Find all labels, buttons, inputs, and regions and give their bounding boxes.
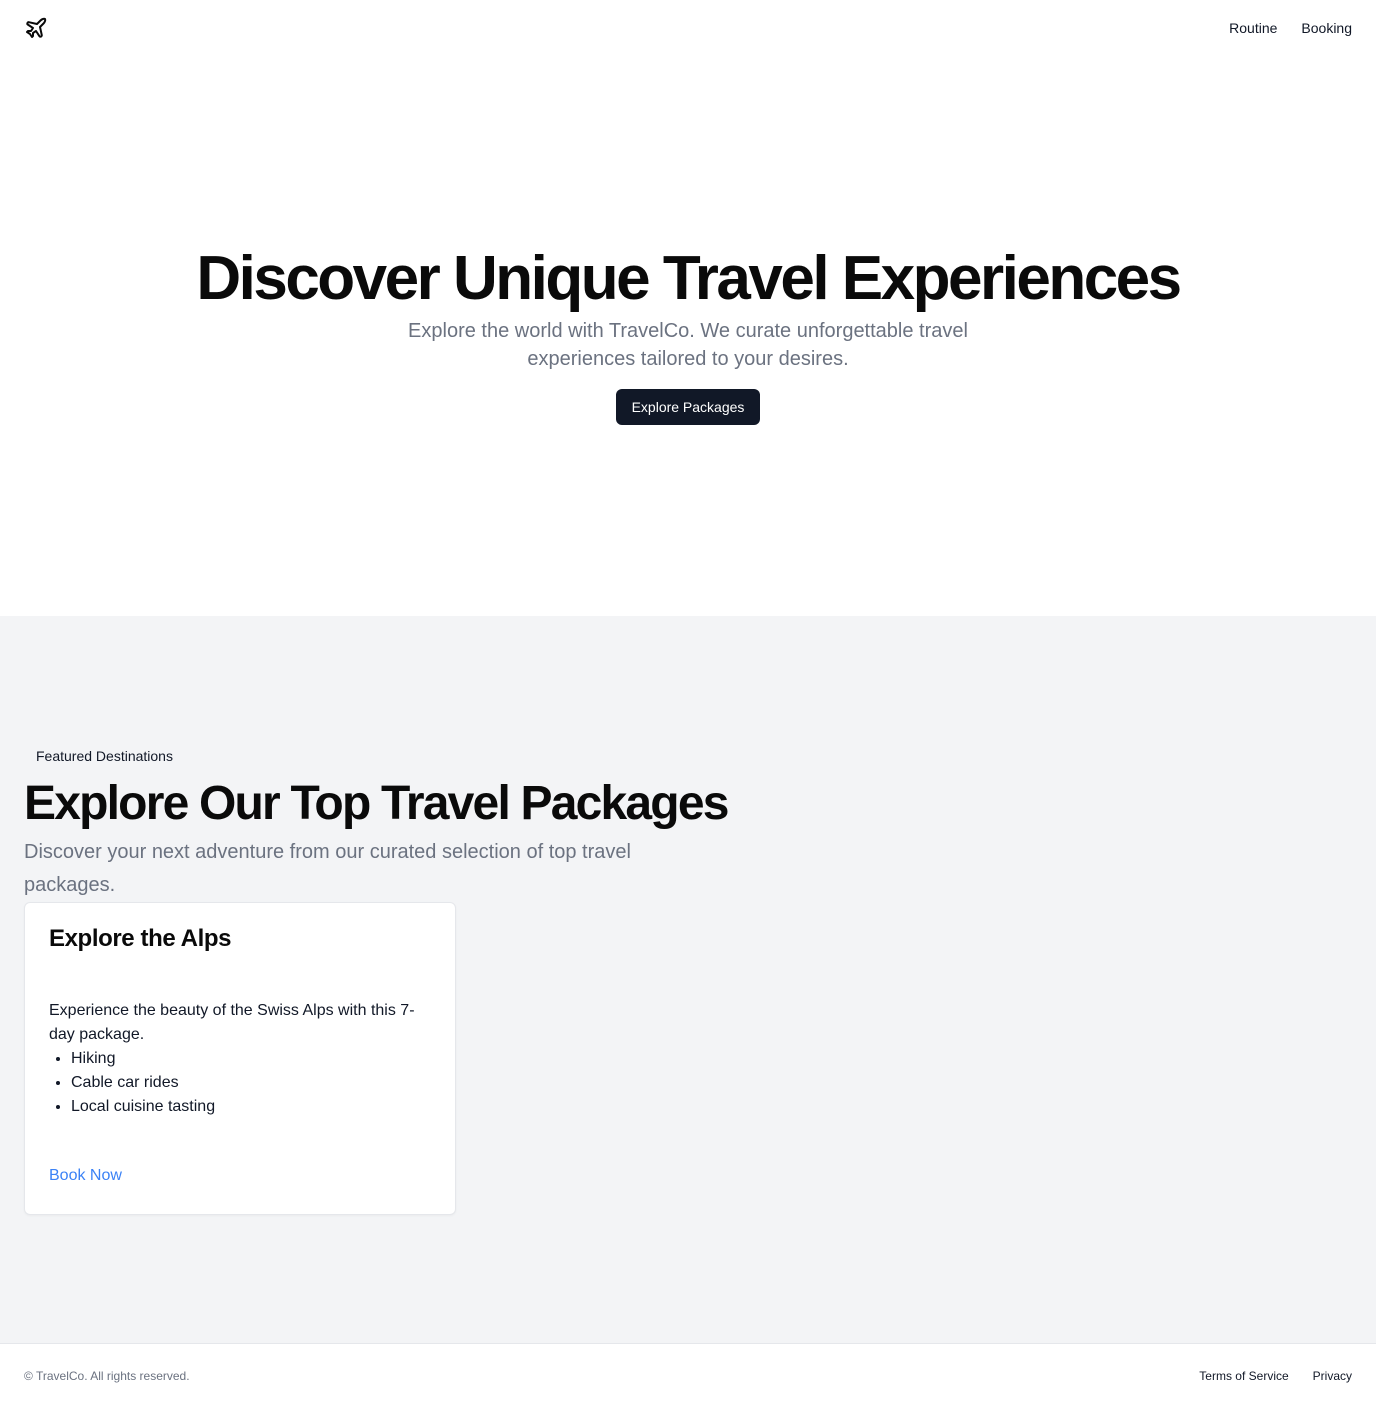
card-title: Explore the Alps (49, 925, 232, 952)
footer-nav: Terms of Service Privacy (1199, 1369, 1352, 1383)
top-nav: Routine Booking (1229, 20, 1352, 36)
nav-link-routine[interactable]: Routine (1229, 20, 1277, 36)
card-feature-list: Hiking Cable car rides Local cuisine tas… (49, 1047, 431, 1119)
section-badge: Featured Destinations (36, 748, 173, 764)
copyright-text: © TravelCo. All rights reserved. (24, 1369, 190, 1383)
list-item: Hiking (71, 1047, 431, 1071)
footer-link-terms[interactable]: Terms of Service (1199, 1369, 1288, 1383)
explore-packages-button[interactable]: Explore Packages (615, 389, 761, 426)
footer: © TravelCo. All rights reserved. Terms o… (0, 1343, 1376, 1408)
hero-subtitle: Explore the world with TravelCo. We cura… (408, 320, 968, 371)
hero-section: Discover Unique Travel Experiences Explo… (0, 56, 1376, 616)
section-subtitle: Discover your next adventure from our cu… (24, 841, 631, 896)
book-now-link[interactable]: Book Now (49, 1167, 122, 1185)
top-bar: Routine Booking (0, 0, 1376, 56)
hero-title: Discover Unique Travel Experiences (196, 244, 1182, 313)
package-card: Explore the Alps Experience the beauty o… (24, 902, 456, 1215)
footer-link-privacy[interactable]: Privacy (1313, 1369, 1352, 1383)
nav-link-booking[interactable]: Booking (1301, 20, 1352, 36)
list-item: Cable car rides (71, 1071, 431, 1095)
plane-icon[interactable] (24, 16, 48, 40)
card-description: Experience the beauty of the Swiss Alps … (49, 1002, 415, 1043)
list-item: Local cuisine tasting (71, 1095, 431, 1119)
packages-section: Featured Destinations Explore Our Top Tr… (0, 616, 1376, 1343)
section-title: Explore Our Top Travel Packages (24, 777, 729, 830)
